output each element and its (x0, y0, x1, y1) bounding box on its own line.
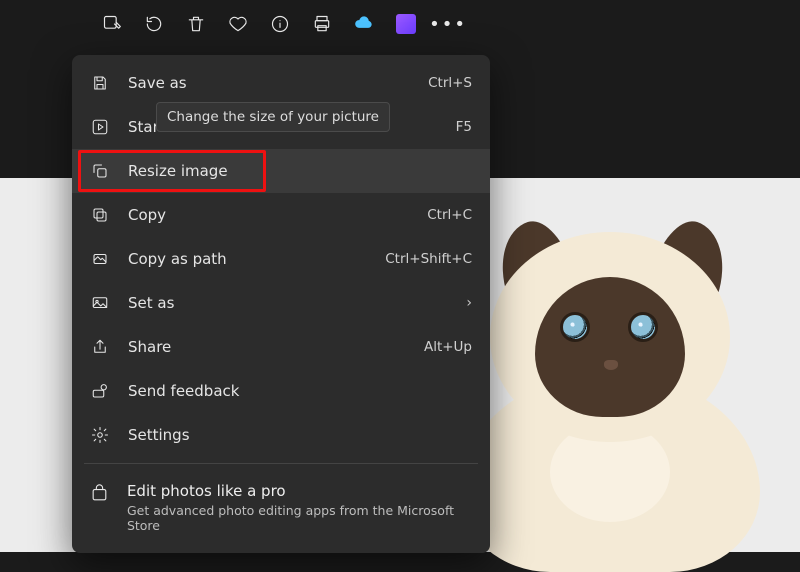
menu-label: Settings (128, 426, 472, 444)
overflow-menu: Save as Ctrl+S Start F5 Change the size … (72, 55, 490, 553)
share-icon (90, 337, 110, 357)
favorite-icon[interactable] (226, 12, 250, 36)
copy-path-icon (90, 249, 110, 269)
menu-slideshow[interactable]: Start F5 Change the size of your picture (72, 105, 490, 149)
store-icon (90, 484, 109, 504)
menu-promo[interactable]: Edit photos like a pro Get advanced phot… (72, 470, 490, 547)
menu-label: Copy (128, 206, 409, 224)
menu-label: Set as (128, 294, 448, 312)
settings-icon (90, 425, 110, 445)
delete-icon[interactable] (184, 12, 208, 36)
info-icon[interactable] (268, 12, 292, 36)
set-as-icon (90, 293, 110, 313)
menu-send-feedback[interactable]: Send feedback (72, 369, 490, 413)
top-toolbar: ••• (0, 0, 800, 48)
menu-save-as[interactable]: Save as Ctrl+S (72, 61, 490, 105)
menu-label: Share (128, 338, 406, 356)
tooltip: Change the size of your picture (156, 102, 390, 132)
menu-shortcut: Ctrl+S (428, 75, 472, 91)
menu-shortcut: Alt+Up (424, 339, 472, 355)
menu-shortcut: F5 (456, 119, 472, 135)
menu-copy[interactable]: Copy Ctrl+C (72, 193, 490, 237)
promo-title: Edit photos like a pro (127, 482, 472, 500)
menu-shortcut: Ctrl+C (427, 207, 472, 223)
copy-icon (90, 205, 110, 225)
feedback-icon (90, 381, 110, 401)
menu-label: Save as (128, 74, 410, 92)
play-icon (90, 117, 110, 137)
menu-label: Copy as path (128, 250, 367, 268)
menu-label: Resize image (128, 162, 472, 180)
more-icon[interactable]: ••• (436, 12, 460, 36)
clipchamp-icon[interactable] (394, 12, 418, 36)
resize-icon (90, 161, 110, 181)
menu-divider (84, 463, 478, 464)
onedrive-icon[interactable] (352, 12, 376, 36)
promo-subtitle: Get advanced photo editing apps from the… (127, 503, 472, 533)
print-icon[interactable] (310, 12, 334, 36)
menu-copy-as-path[interactable]: Copy as path Ctrl+Shift+C (72, 237, 490, 281)
save-icon (90, 73, 110, 93)
chevron-right-icon: › (466, 295, 472, 311)
rotate-icon[interactable] (142, 12, 166, 36)
menu-shortcut: Ctrl+Shift+C (385, 251, 472, 267)
menu-share[interactable]: Share Alt+Up (72, 325, 490, 369)
menu-resize-image[interactable]: Resize image (72, 149, 490, 193)
menu-label: Send feedback (128, 382, 472, 400)
menu-set-as[interactable]: Set as › (72, 281, 490, 325)
menu-settings[interactable]: Settings (72, 413, 490, 457)
edit-image-icon[interactable] (100, 12, 124, 36)
